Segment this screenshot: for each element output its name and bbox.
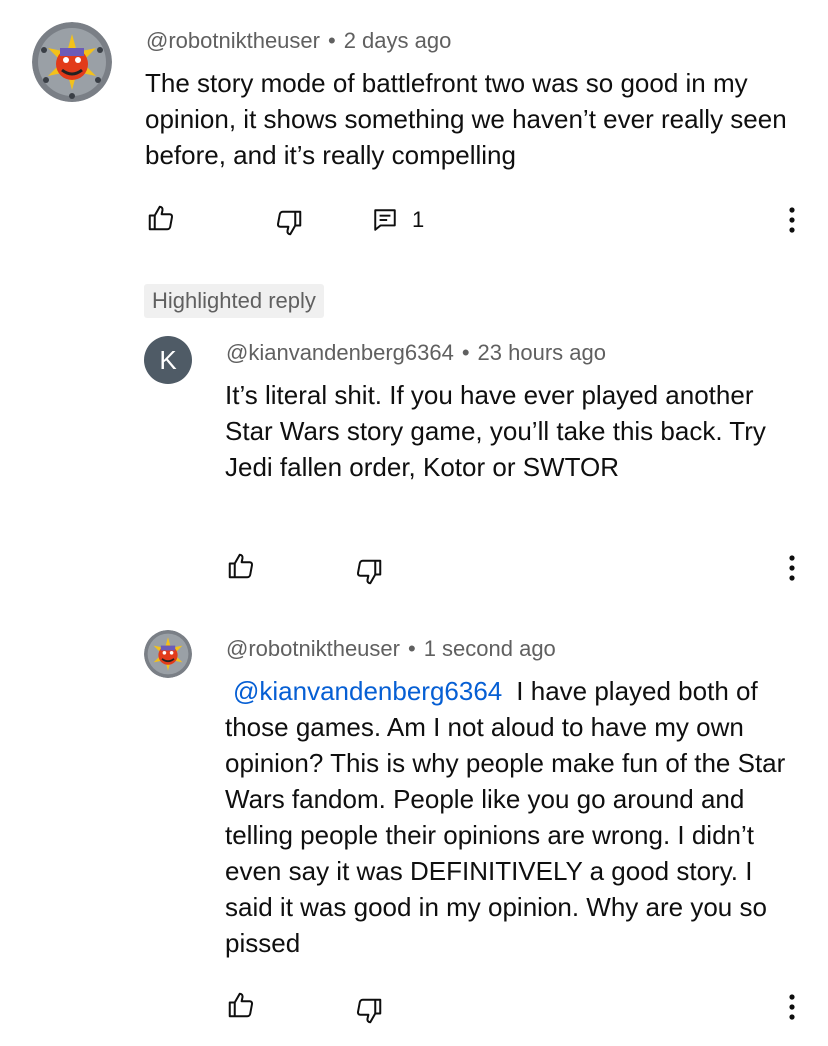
reply-time: 1 second ago xyxy=(423,636,556,661)
thumbs-up-icon[interactable] xyxy=(226,990,256,1020)
highlighted-reply-badge: Highlighted reply xyxy=(144,284,324,318)
thumbs-down-icon[interactable] xyxy=(354,557,384,587)
reply-author[interactable]: @kianvandenberg6364 xyxy=(226,340,454,365)
thumbs-down-icon[interactable] xyxy=(274,208,304,238)
reply-body: I have played both of those games. Am I … xyxy=(225,676,786,958)
reply-time: 23 hours ago xyxy=(477,340,606,365)
mention-link[interactable]: @kianvandenberg6364 xyxy=(233,676,502,706)
comment-icon[interactable] xyxy=(372,207,398,233)
more-vertical-icon[interactable] xyxy=(782,553,802,583)
thumbs-up-icon[interactable] xyxy=(146,203,176,233)
reply-author[interactable]: @robotniktheuser xyxy=(226,636,400,661)
avatar[interactable] xyxy=(144,630,192,678)
reply-text: @kianvandenberg6364 I have played both of… xyxy=(225,673,805,961)
more-vertical-icon[interactable] xyxy=(782,992,802,1022)
reply-meta: @kianvandenberg6364 • 23 hours ago xyxy=(226,340,606,365)
comment-meta: @robotniktheuser • 2 days ago xyxy=(146,28,452,53)
avatar[interactable] xyxy=(32,22,112,102)
comment-author[interactable]: @robotniktheuser xyxy=(146,28,320,53)
comment-text: The story mode of battlefront two was so… xyxy=(145,68,787,170)
more-vertical-icon[interactable] xyxy=(782,205,802,235)
thumbs-down-icon[interactable] xyxy=(354,996,384,1026)
reply-count[interactable]: 1 xyxy=(412,207,424,233)
reply-meta: @robotniktheuser • 1 second ago xyxy=(226,636,556,661)
comment-time: 2 days ago xyxy=(343,28,452,53)
thumbs-up-icon[interactable] xyxy=(226,551,256,581)
avatar[interactable]: K xyxy=(144,336,192,384)
reply-text: It’s literal shit. If you have ever play… xyxy=(225,380,766,482)
